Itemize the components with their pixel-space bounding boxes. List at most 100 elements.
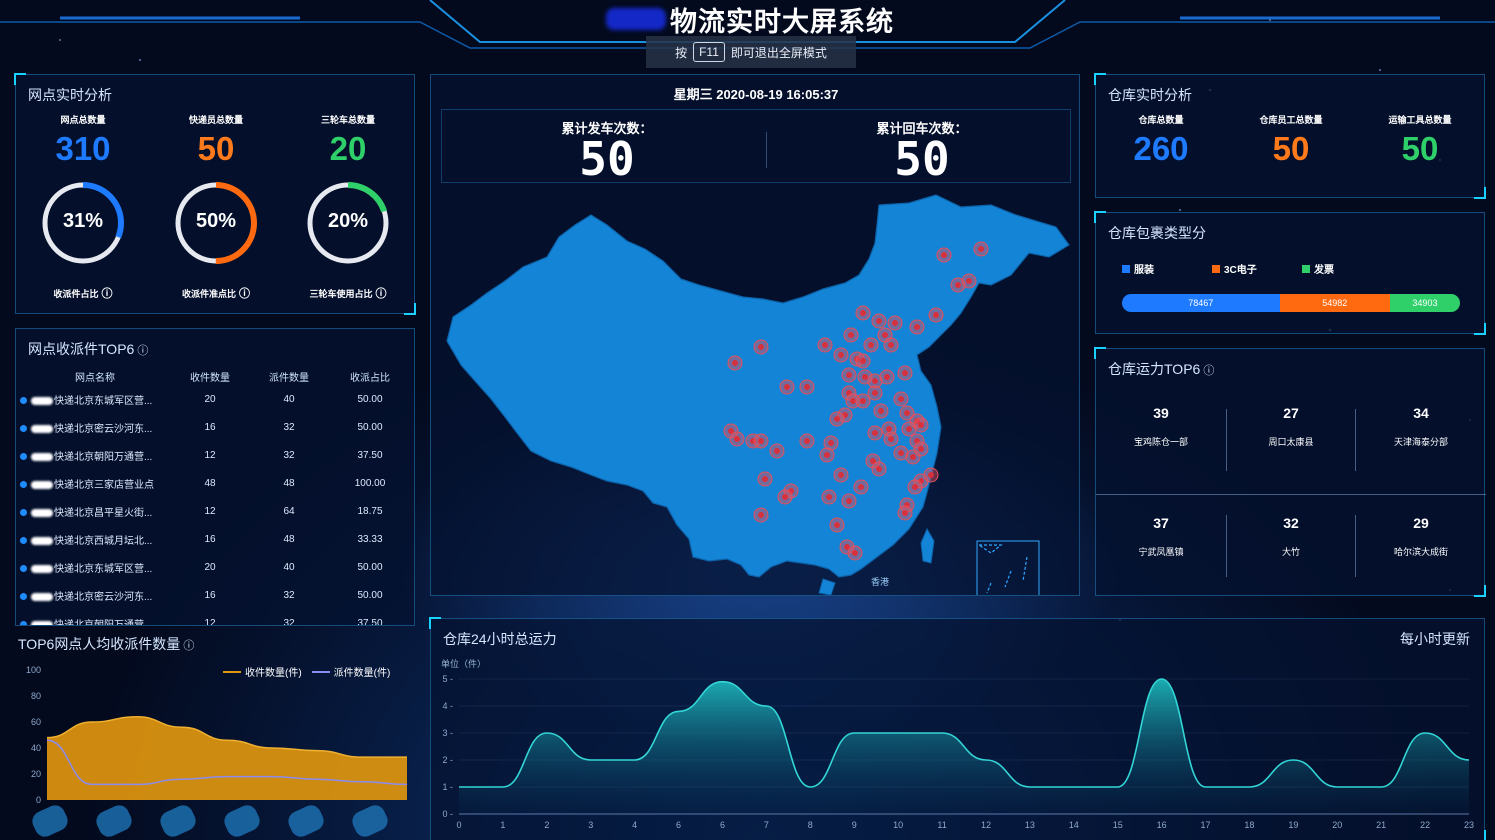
capacity-item: 37 宁武凤凰镇 (1096, 515, 1226, 558)
courier-count-stat: 快递员总数量 50 (171, 113, 261, 168)
marker-dot (732, 360, 738, 366)
warehouse-marker (936, 247, 952, 263)
recv-count: 12 (204, 505, 216, 517)
x-tick-label: 2 (544, 820, 549, 830)
legend-label: 服装 (1134, 265, 1154, 276)
table-row[interactable]: 快递北京东城军区营... 20 40 50.00 (20, 553, 412, 581)
warehouse-marker (769, 443, 785, 459)
marker-dot (918, 422, 924, 428)
ratio: 50.00 (357, 589, 383, 601)
info-icon[interactable]: ⓘ (239, 288, 250, 300)
redacted-brand (31, 452, 53, 461)
y-tick-label: 2 - (442, 755, 453, 765)
outlet-name: 快递北京东城军区营... (54, 395, 153, 407)
ring-label-text: 三轮车使用占比 (309, 289, 373, 299)
legend-item[interactable]: 服装 (1122, 261, 1212, 276)
y-tick-label: 100 (26, 665, 41, 675)
capacity-name: 天津海泰分部 (1393, 437, 1448, 447)
warehouse-marker (799, 379, 815, 395)
marker-dot (904, 410, 910, 416)
package-segment[interactable]: 78467 (1122, 294, 1280, 312)
capacity-24h-chart: 0 -1 -2 -3 -4 -5 -0 1 2 3 4 6 6 7 8 9 10 11 12 13 14 15… (442, 674, 1474, 830)
info-icon[interactable]: ⓘ (1203, 365, 1214, 377)
outlet-name-cell: 快递北京密云沙河东... (20, 581, 170, 609)
column-header: 收件数量 (190, 372, 230, 384)
marker-dot (892, 320, 898, 326)
panel-title-text: 仓库运力TOP6 (1108, 361, 1201, 377)
legend-label: 3C电子 (1224, 265, 1257, 276)
capacity-value: 27 (1283, 405, 1299, 421)
capacity-value: 29 (1413, 515, 1429, 531)
send-count: 64 (283, 505, 295, 517)
datetime: 星期三 2020-08-19 16:05:37 (673, 87, 839, 102)
send-count: 32 (283, 617, 295, 626)
x-tick-label: 12 (981, 820, 991, 830)
legend-item[interactable]: 发票 (1302, 261, 1392, 276)
marker-dot (858, 484, 864, 490)
marker-dot (838, 352, 844, 358)
y-tick-label: 4 - (442, 701, 453, 711)
marker-dot (912, 484, 918, 490)
capacity-top6-panel: 仓库运力TOP6 ⓘ 39 宝鸡陈仓一部 27 周口太康县 34 天津海泰分部 37 宁武凤凰镇… (1094, 347, 1486, 597)
stat-label: 仓库总数量 (1138, 115, 1184, 125)
redacted-brand (31, 564, 53, 573)
warehouse-marker (879, 369, 895, 385)
counter-value: 50 (894, 132, 950, 186)
marker-dot (824, 452, 830, 458)
table-row[interactable]: 快递北京朝阳万通营... 12 32 37.50 (20, 441, 412, 469)
info-icon[interactable]: ⓘ (183, 640, 194, 652)
table-row[interactable]: 快递北京昌平星火街... 12 64 18.75 (20, 497, 412, 525)
avatar-icon (224, 805, 260, 837)
depart-counter: 累计发车次数： 50 (542, 118, 672, 182)
info-icon[interactable]: ⓘ (102, 288, 113, 300)
info-icon[interactable]: ⓘ (137, 345, 148, 357)
outlet-name: 快递北京三家店营业点 (54, 479, 154, 491)
outlet-name-cell: 快递北京西城月坛北... (20, 525, 170, 553)
marker-dot (928, 472, 934, 478)
logo-icon (606, 8, 666, 30)
ring-value: 20% (327, 210, 369, 232)
hainan-island[interactable] (818, 578, 836, 595)
warehouse-marker (753, 433, 769, 449)
capacity-value: 37 (1153, 515, 1169, 531)
avatar-icon (96, 805, 132, 837)
table-row[interactable]: 快递北京密云沙河东... 16 32 50.00 (20, 581, 412, 609)
table-row[interactable]: 快递北京密云沙河东... 16 32 50.00 (20, 413, 412, 441)
ring-label-text: 收派件占比 (53, 289, 99, 299)
warehouse-marker (817, 337, 833, 353)
staff-count-stat: 仓库员工总数量 50 (1246, 113, 1336, 168)
capacity-item: 29 哈尔滨大成街 (1356, 515, 1486, 558)
china-map[interactable]: 香港 (431, 185, 1080, 596)
marker-dot (910, 454, 916, 460)
marker-dot (758, 512, 764, 518)
send-count: 32 (283, 589, 295, 601)
send-count: 40 (283, 561, 295, 573)
warehouse-marker (871, 461, 887, 477)
redacted-brand (31, 536, 53, 545)
taiwan-island[interactable] (920, 527, 935, 564)
package-segment[interactable]: 54982 (1279, 294, 1390, 312)
marker-dot (762, 476, 768, 482)
table-row[interactable]: 快递北京西城月坛北... 16 48 33.33 (20, 525, 412, 553)
marker-dot (734, 436, 740, 442)
table-row[interactable]: 快递北京朝阳万通营 12 32 37.50 (20, 609, 412, 626)
ratio: 50.00 (357, 561, 383, 573)
capacity-name: 宝鸡陈仓一部 (1133, 437, 1188, 447)
marker-dot (898, 450, 904, 456)
marker-dot (804, 384, 810, 390)
warehouse-marker (753, 507, 769, 523)
warehouse-marker (819, 447, 835, 463)
x-tick-label: 20 (1332, 820, 1342, 830)
panel-title-text: 网点收派件TOP6 (28, 341, 135, 357)
table-row[interactable]: 快递北京三家店营业点 48 48 100.00 (20, 469, 412, 497)
warehouse-marker (799, 433, 815, 449)
capacity-value: 32 (1283, 515, 1299, 531)
package-segment[interactable]: 34903 (1389, 294, 1460, 312)
outlet-analysis-panel: 网点实时分析 网点总数量 310 快递员总数量 50 三轮车总数量 20 31%… (14, 73, 416, 315)
table-row[interactable]: 快递北京东城军区营... 20 40 50.00 (20, 385, 412, 413)
info-icon[interactable]: ⓘ (376, 288, 387, 300)
y-tick-label: 60 (31, 717, 41, 727)
row-dot-icon (20, 593, 27, 601)
legend-item[interactable]: 3C电子 (1212, 261, 1302, 276)
warehouse-marker (779, 379, 795, 395)
